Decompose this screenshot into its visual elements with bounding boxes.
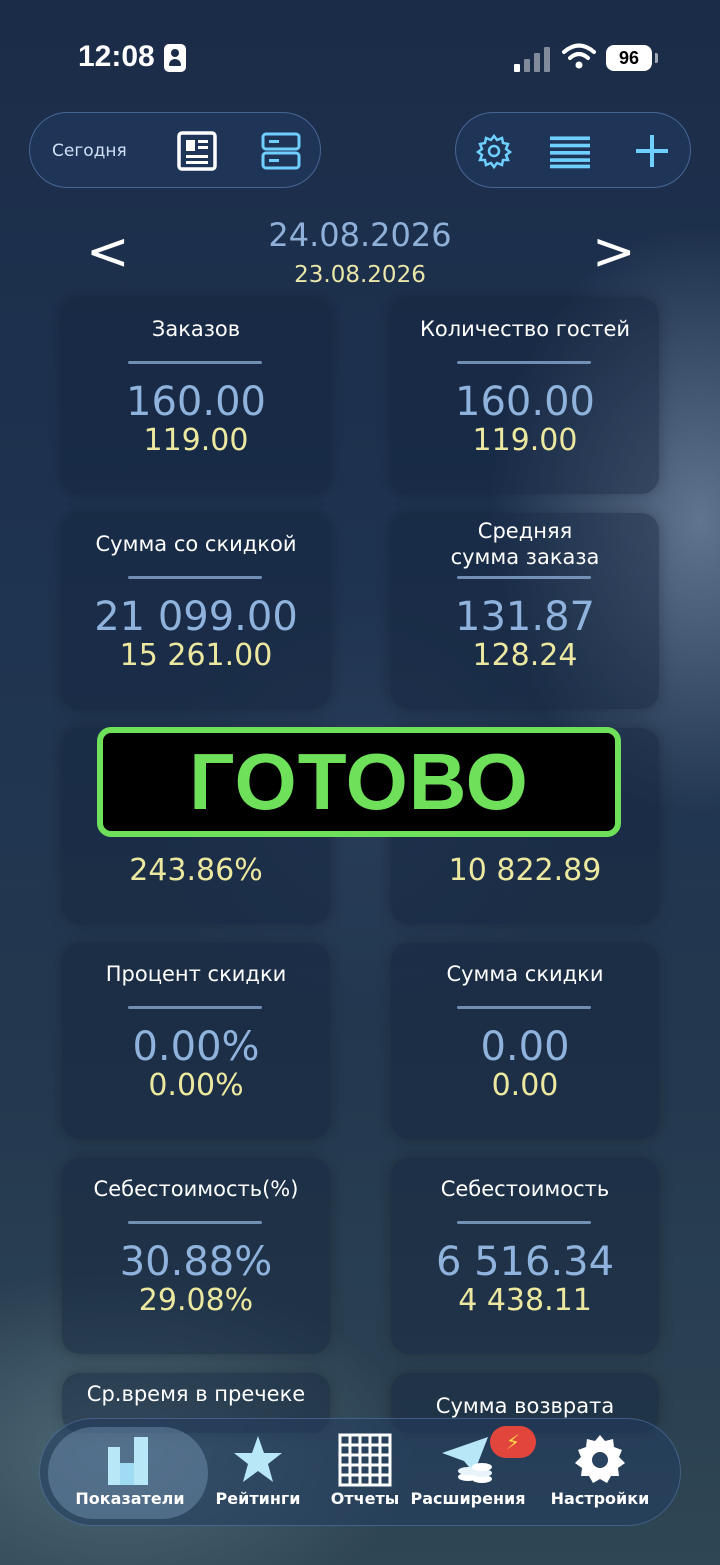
metric-label: Средняя сумма заказа (450, 519, 600, 569)
gear-icon (575, 1435, 625, 1483)
metric-label: Заказов (151, 317, 241, 341)
metric-label: Себестоимость (440, 1177, 610, 1201)
status-bar: 12:08 96 (0, 0, 720, 110)
wifi-icon (562, 43, 596, 69)
divider (128, 1221, 262, 1224)
metric-compare-value: 0.00% (148, 1068, 244, 1103)
metric-value: 131.87 (455, 594, 595, 640)
next-date-button[interactable]: > (592, 222, 636, 282)
paper-plane-coins-icon (442, 1437, 492, 1483)
divider (457, 1221, 591, 1224)
tab-reports[interactable]: Отчеты (310, 1419, 420, 1527)
tab-label: Показатели (75, 1489, 185, 1508)
metric-card-cost[interactable]: Себестоимость 6 516.34 4 438.11 (391, 1158, 659, 1354)
metric-card-discount-sum[interactable]: Сумма скидки 0.00 0.00 (391, 943, 659, 1139)
grid-icon (338, 1433, 392, 1487)
metric-compare-value: 10 822.89 (448, 853, 602, 888)
tab-label: Настройки (550, 1489, 650, 1508)
divider (457, 576, 591, 579)
tab-label: Расширения (410, 1489, 526, 1508)
metric-label: Себестоимость(%) (93, 1177, 299, 1201)
metric-compare-value: 15 261.00 (119, 638, 273, 673)
metric-label: Сумма возврата (435, 1394, 615, 1418)
today-period-button[interactable]: Сегодня (52, 141, 127, 161)
metric-label: Процент скидки (105, 962, 287, 986)
server-icon[interactable] (261, 131, 301, 171)
metric-value: 6 516.34 (435, 1239, 615, 1285)
metric-value: 160.00 (455, 379, 595, 425)
metric-label: Сумма со скидкой (95, 532, 297, 556)
metric-card-avg-order[interactable]: Средняя сумма заказа 131.87 128.24 (391, 513, 659, 709)
divider (457, 1006, 591, 1009)
metric-card-orders[interactable]: Заказов 160.00 119.00 (62, 298, 330, 494)
metric-compare-value: 128.24 (472, 638, 578, 673)
tab-indicators[interactable]: Показатели (60, 1419, 200, 1527)
metric-card-cost-percent[interactable]: Себестоимость(%) 30.88% 29.08% (62, 1158, 330, 1354)
metric-label: Сумма скидки (446, 962, 604, 986)
status-time: 12:08 (78, 40, 155, 73)
metric-card-guests[interactable]: Количество гостей 160.00 119.00 (391, 298, 659, 494)
tab-label: Рейтинги (215, 1489, 301, 1508)
metric-compare-value: 0.00 (491, 1068, 559, 1103)
metric-card-discount-percent[interactable]: Процент скидки 0.00% 0.00% (62, 943, 330, 1139)
metric-label: Ср.время в пречеке (86, 1382, 306, 1406)
action-toolbar (455, 112, 691, 188)
divider (128, 361, 262, 364)
tab-settings[interactable]: Настройки (540, 1419, 660, 1527)
signal-icon (514, 44, 552, 72)
metric-compare-value: 4 438.11 (458, 1283, 592, 1318)
metric-compare-value: 243.86% (129, 853, 263, 888)
divider (128, 1006, 262, 1009)
battery-indicator: 96 (606, 45, 658, 71)
metric-compare-value: 119.00 (143, 423, 249, 458)
list-icon[interactable] (550, 131, 590, 171)
tab-label: Отчеты (330, 1489, 400, 1508)
metric-value: 21 099.00 (94, 594, 298, 640)
metric-value: 160.00 (126, 379, 266, 425)
metric-compare-value: 29.08% (138, 1283, 254, 1318)
divider (128, 576, 262, 579)
star-icon (234, 1436, 282, 1482)
divider (457, 361, 591, 364)
plus-icon[interactable] (632, 131, 672, 171)
person-badge-icon (164, 44, 186, 72)
done-banner: ГОТОВО (97, 727, 621, 837)
tab-ratings[interactable]: Рейтинги (200, 1419, 316, 1527)
metric-label: Количество гостей (419, 317, 631, 341)
bottom-tab-bar: Показатели Рейтинги Отчеты Расширения На… (39, 1418, 681, 1526)
extensions-badge: ⚡ (490, 1426, 536, 1458)
view-toolbar: Сегодня (29, 112, 321, 188)
gear-icon[interactable] (474, 131, 514, 171)
metric-compare-value: 119.00 (472, 423, 578, 458)
metric-value: 0.00 (480, 1024, 570, 1070)
metric-card-discounted-sum[interactable]: Сумма со скидкой 21 099.00 15 261.00 (62, 513, 330, 709)
metric-value: 30.88% (119, 1239, 273, 1285)
metric-value: 0.00% (132, 1024, 260, 1070)
bars-chart-icon (108, 1437, 148, 1485)
news-icon[interactable] (177, 131, 217, 171)
